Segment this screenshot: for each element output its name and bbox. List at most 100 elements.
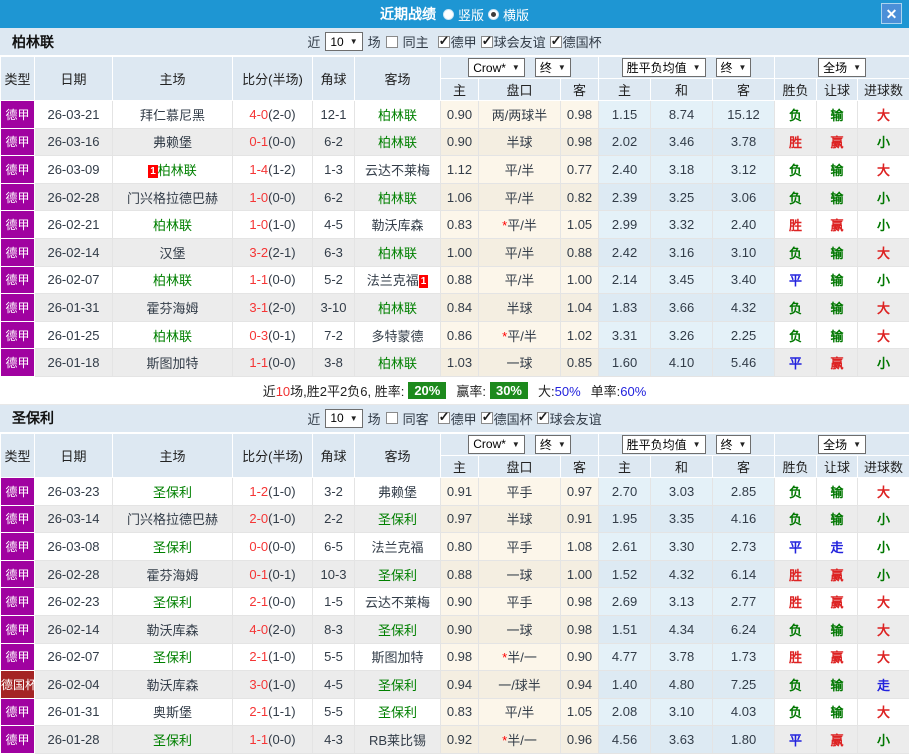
cell-home-team: 柏林联 (112, 320, 233, 350)
cell-avg-away: 1.73 (712, 642, 776, 672)
cell-handicap-result: 输 (816, 237, 859, 267)
match-count-select[interactable]: 10 ▼ (325, 32, 363, 51)
average-group-header: 胜平负均值 ▼ 终 ▼ (598, 432, 776, 456)
cell-handicap: *平/半 (478, 320, 561, 350)
cell-odds-home: 0.83 (440, 210, 479, 239)
cell-handicap: 平/半 (478, 265, 561, 295)
cell-avg-home: 1.40 (598, 670, 652, 699)
cell-home-team: 霍芬海姆 (112, 293, 233, 322)
cell-away-team: 多特蒙德 (354, 320, 441, 350)
cell-date: 26-03-09 (34, 155, 113, 184)
close-icon[interactable]: ✕ (881, 3, 902, 24)
cell-date: 26-02-23 (34, 587, 113, 616)
cell-date: 26-03-08 (34, 532, 113, 561)
cell-handicap-result: 输 (816, 670, 859, 699)
cell-score: 2-1(0-0) (232, 587, 313, 616)
cell-avg-away: 5.46 (712, 348, 776, 377)
average-type-select[interactable]: 胜平负均值 ▼ (621, 434, 706, 454)
cell-score: 0-3(0-1) (232, 320, 313, 350)
scope-select[interactable]: 全场 ▼ (818, 58, 866, 77)
column-header: 客 (559, 454, 600, 478)
layout-radio-label[interactable]: 竖版 (458, 5, 484, 24)
cell-avg-draw: 3.18 (650, 155, 714, 184)
match-row: 德甲 26-03-08 圣保利 0-0(0-0) 6-5 法兰克福 0.80 平手 1.08 2.… (0, 532, 909, 561)
cell-avg-home: 1.15 (598, 100, 652, 129)
chevron-down-icon: ▼ (692, 63, 701, 72)
bookmaker-select[interactable]: Crow* ▼ (468, 58, 525, 77)
cell-date: 26-02-28 (34, 559, 113, 589)
cell-goals: 小 (857, 127, 909, 157)
cell-goals: 小 (857, 182, 909, 212)
league-checkbox-label: 德甲 (450, 411, 477, 427)
average-time-select[interactable]: 终 ▼ (715, 58, 752, 77)
cell-goals: 大 (857, 237, 909, 267)
cell-away-team: 法兰克福 (354, 532, 441, 561)
cell-odds-away: 0.98 (559, 127, 600, 157)
cell-result: 胜 (774, 127, 818, 157)
odds-time-select[interactable]: 终 ▼ (534, 58, 571, 77)
cell-handicap-result: 赢 (816, 210, 859, 239)
cell-avg-home: 2.02 (598, 127, 652, 157)
cell-handicap-result: 输 (816, 476, 859, 506)
match-row: 德甲 26-02-07 圣保利 2-1(1-0) 5-5 斯图加特 0.98 *半/一 0.90… (0, 642, 909, 672)
cell-league: 德甲 (0, 504, 35, 534)
cell-date: 26-02-21 (34, 210, 113, 239)
cell-league: 德甲 (0, 725, 35, 754)
cell-goals: 小 (857, 559, 909, 589)
cell-avg-away: 2.77 (712, 587, 776, 616)
league-checkbox[interactable] (437, 33, 450, 49)
league-checkbox[interactable] (480, 409, 493, 425)
match-count-select[interactable]: 10 ▼ (325, 408, 363, 428)
odds-time-select[interactable]: 终 ▼ (534, 434, 571, 454)
cell-odds-away: 0.85 (559, 348, 600, 377)
cell-away-team: 法兰克福 1 (354, 265, 441, 295)
cell-odds-away: 0.82 (559, 182, 600, 212)
cell-handicap: *半/一 (478, 725, 561, 754)
match-row: 德甲 26-02-28 门兴格拉德巴赫 1-0(0-0) 6-2 柏林联 1.06 平/半 0.… (0, 182, 909, 212)
cell-league: 德甲 (0, 587, 35, 616)
cell-date: 26-01-31 (34, 697, 113, 727)
cell-corner: 6-2 (312, 127, 355, 157)
cell-league: 德甲 (0, 348, 35, 377)
average-time-select[interactable]: 终 ▼ (715, 434, 752, 454)
same-venue-checkbox[interactable] (385, 412, 398, 425)
match-row: 德甲 26-02-07 柏林联 1-1(0-0) 5-2 法兰克福 1 0.88 平/半 1.00… (0, 265, 909, 295)
cell-avg-away: 3.78 (712, 127, 776, 157)
chevron-down-icon: ▼ (738, 63, 747, 72)
cell-league: 德甲 (0, 100, 35, 129)
cell-corner: 6-3 (312, 237, 355, 267)
league-checkbox[interactable] (437, 409, 450, 425)
section-header: 圣保利 近 10▼ 场 同客 德甲德国杯球会友谊 (0, 404, 909, 433)
league-checkbox[interactable] (549, 33, 562, 49)
layout-radio[interactable] (488, 8, 499, 20)
cell-score: 0-1(0-0) (232, 127, 313, 157)
same-venue-checkbox[interactable] (385, 35, 398, 48)
win-rate-badge: 20% (408, 381, 447, 399)
cell-avg-away: 6.14 (712, 559, 776, 589)
match-row: 德国杯 26-02-04 勒沃库森 3-0(1-0) 4-5 圣保利 0.94 一/球半 0.9… (0, 670, 909, 699)
cell-away-team: 柏林联 (354, 182, 441, 212)
league-checkbox[interactable] (536, 409, 549, 425)
league-checkbox[interactable] (480, 33, 493, 49)
average-type-select[interactable]: 胜平负均值 ▼ (621, 58, 706, 77)
cell-odds-away: 1.00 (559, 265, 600, 295)
cell-handicap: 平手 (478, 587, 561, 616)
layout-radio-label[interactable]: 横版 (503, 5, 529, 24)
cell-odds-away: 0.98 (559, 587, 600, 616)
cell-corner: 3-10 (312, 293, 355, 322)
cell-handicap-result: 赢 (816, 127, 859, 157)
column-header: 客 (559, 78, 600, 101)
cell-home-team: 门兴格拉德巴赫 (112, 182, 233, 212)
layout-radio[interactable] (442, 8, 454, 20)
matches-table: 类型 日期 主场 比分(半场) 角球 客场 Crow* ▼ 终 ▼ 胜平负均值 ▼ 终 ▼ 全场 ▼ 主盘口客主… (0, 56, 909, 377)
cell-corner: 5-2 (312, 265, 355, 295)
cell-corner: 2-2 (312, 504, 355, 534)
bookmaker-select[interactable]: Crow* ▼ (468, 434, 525, 454)
cell-odds-home: 0.94 (440, 670, 479, 699)
cell-goals: 大 (857, 320, 909, 350)
cell-away-team: 勒沃库森 (354, 210, 441, 239)
cell-avg-away: 7.25 (712, 670, 776, 699)
cell-score: 3-2(2-1) (232, 237, 313, 267)
scope-select[interactable]: 全场 ▼ (818, 434, 866, 454)
column-header: 类型 (0, 56, 35, 101)
